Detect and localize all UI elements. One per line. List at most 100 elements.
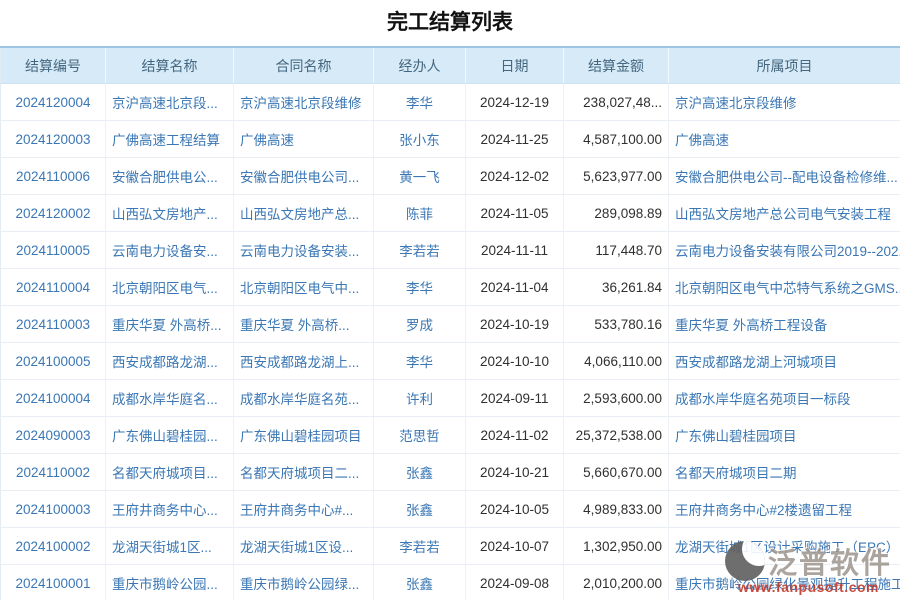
cell-name[interactable]: 京沪高速北京段... xyxy=(106,84,234,121)
cell-date: 2024-10-21 xyxy=(466,454,564,491)
cell-id[interactable]: 2024110004 xyxy=(1,269,106,306)
cell-contract[interactable]: 名都天府城项目二... xyxy=(234,454,374,491)
cell-handler[interactable]: 张小东 xyxy=(374,121,466,158)
cell-contract[interactable]: 王府井商务中心#... xyxy=(234,491,374,528)
cell-contract[interactable]: 重庆华夏 外高桥... xyxy=(234,306,374,343)
cell-id[interactable]: 2024100004 xyxy=(1,380,106,417)
cell-project[interactable]: 安徽合肥供电公司--配电设备检修维... xyxy=(669,158,900,195)
cell-name[interactable]: 重庆市鹅岭公园... xyxy=(106,565,234,600)
cell-id[interactable]: 2024100001 xyxy=(1,565,106,600)
cell-name[interactable]: 广佛高速工程结算 xyxy=(106,121,234,158)
cell-name[interactable]: 北京朝阳区电气... xyxy=(106,269,234,306)
cell-project[interactable]: 云南电力设备安装有限公司2019--202... xyxy=(669,232,900,269)
cell-amount: 117,448.70 xyxy=(564,232,669,269)
cell-handler[interactable]: 李华 xyxy=(374,269,466,306)
cell-handler[interactable]: 李若若 xyxy=(374,528,466,565)
cell-id[interactable]: 2024110005 xyxy=(1,232,106,269)
cell-handler[interactable]: 许利 xyxy=(374,380,466,417)
cell-amount: 289,098.89 xyxy=(564,195,669,232)
cell-contract[interactable]: 龙湖天街城1区设... xyxy=(234,528,374,565)
cell-project[interactable]: 山西弘文房地产总公司电气安装工程 xyxy=(669,195,900,232)
cell-contract[interactable]: 山西弘文房地产总... xyxy=(234,195,374,232)
column-header-date: 日期 xyxy=(466,47,564,84)
cell-id[interactable]: 2024120002 xyxy=(1,195,106,232)
cell-date: 2024-11-25 xyxy=(466,121,564,158)
cell-amount: 1,302,950.00 xyxy=(564,528,669,565)
cell-contract[interactable]: 西安成都路龙湖上... xyxy=(234,343,374,380)
cell-id[interactable]: 2024090003 xyxy=(1,417,106,454)
cell-project[interactable]: 名都天府城项目二期 xyxy=(669,454,900,491)
cell-id[interactable]: 2024100002 xyxy=(1,528,106,565)
table-row: 2024120004京沪高速北京段...京沪高速北京段维修李华2024-12-1… xyxy=(1,84,900,121)
cell-name[interactable]: 山西弘文房地产... xyxy=(106,195,234,232)
cell-date: 2024-12-02 xyxy=(466,158,564,195)
cell-handler[interactable]: 张鑫 xyxy=(374,491,466,528)
cell-handler[interactable]: 张鑫 xyxy=(374,565,466,600)
table-row: 2024100003王府井商务中心...王府井商务中心#...张鑫2024-10… xyxy=(1,491,900,528)
cell-id[interactable]: 2024100005 xyxy=(1,343,106,380)
cell-handler[interactable]: 黄一飞 xyxy=(374,158,466,195)
cell-handler[interactable]: 罗成 xyxy=(374,306,466,343)
cell-date: 2024-10-19 xyxy=(466,306,564,343)
cell-contract[interactable]: 京沪高速北京段维修 xyxy=(234,84,374,121)
cell-id[interactable]: 2024110002 xyxy=(1,454,106,491)
cell-name[interactable]: 重庆华夏 外高桥... xyxy=(106,306,234,343)
table-row: 2024100005西安成都路龙湖...西安成都路龙湖上...李华2024-10… xyxy=(1,343,900,380)
cell-project[interactable]: 重庆市鹅岭公园绿化景观提升工程施工 xyxy=(669,565,900,600)
cell-project[interactable]: 西安成都路龙湖上河城项目 xyxy=(669,343,900,380)
cell-amount: 4,989,833.00 xyxy=(564,491,669,528)
cell-project[interactable]: 广东佛山碧桂园项目 xyxy=(669,417,900,454)
cell-contract[interactable]: 云南电力设备安装... xyxy=(234,232,374,269)
cell-project[interactable]: 王府井商务中心#2楼遗留工程 xyxy=(669,491,900,528)
cell-id[interactable]: 2024110006 xyxy=(1,158,106,195)
table-row: 2024120002山西弘文房地产...山西弘文房地产总...陈菲2024-11… xyxy=(1,195,900,232)
cell-project[interactable]: 成都水岸华庭名苑项目一标段 xyxy=(669,380,900,417)
cell-name[interactable]: 名都天府城项目... xyxy=(106,454,234,491)
cell-id[interactable]: 2024100003 xyxy=(1,491,106,528)
table-row: 2024110005云南电力设备安...云南电力设备安装...李若若2024-1… xyxy=(1,232,900,269)
cell-handler[interactable]: 张鑫 xyxy=(374,454,466,491)
cell-project[interactable]: 京沪高速北京段维修 xyxy=(669,84,900,121)
cell-id[interactable]: 2024120004 xyxy=(1,84,106,121)
cell-id[interactable]: 2024120003 xyxy=(1,121,106,158)
cell-amount: 533,780.16 xyxy=(564,306,669,343)
settlement-list-page: 完工结算列表 结算编号结算名称合同名称经办人日期结算金额所属项目 2024120… xyxy=(0,0,900,600)
settlement-table: 结算编号结算名称合同名称经办人日期结算金额所属项目 2024120004京沪高速… xyxy=(0,46,900,600)
cell-contract[interactable]: 广佛高速 xyxy=(234,121,374,158)
cell-contract[interactable]: 成都水岸华庭名苑... xyxy=(234,380,374,417)
cell-id[interactable]: 2024110003 xyxy=(1,306,106,343)
cell-name[interactable]: 成都水岸华庭名... xyxy=(106,380,234,417)
cell-name[interactable]: 广东佛山碧桂园... xyxy=(106,417,234,454)
cell-contract[interactable]: 重庆市鹅岭公园绿... xyxy=(234,565,374,600)
cell-handler[interactable]: 范思哲 xyxy=(374,417,466,454)
cell-project[interactable]: 重庆华夏 外高桥工程设备 xyxy=(669,306,900,343)
cell-handler[interactable]: 李华 xyxy=(374,343,466,380)
cell-handler[interactable]: 李华 xyxy=(374,84,466,121)
page-title: 完工结算列表 xyxy=(0,0,900,46)
cell-date: 2024-11-02 xyxy=(466,417,564,454)
table-row: 2024120003广佛高速工程结算广佛高速张小东2024-11-254,587… xyxy=(1,121,900,158)
cell-project[interactable]: 广佛高速 xyxy=(669,121,900,158)
table-header: 结算编号结算名称合同名称经办人日期结算金额所属项目 xyxy=(1,47,900,84)
cell-project[interactable]: 北京朝阳区电气中芯特气系统之GMS... xyxy=(669,269,900,306)
cell-contract[interactable]: 北京朝阳区电气中... xyxy=(234,269,374,306)
cell-contract[interactable]: 广东佛山碧桂园项目 xyxy=(234,417,374,454)
cell-project[interactable]: 龙湖天街城1区设计采购施工（EPC）... xyxy=(669,528,900,565)
cell-date: 2024-10-05 xyxy=(466,491,564,528)
cell-amount: 238,027,48... xyxy=(564,84,669,121)
cell-name[interactable]: 安徽合肥供电公... xyxy=(106,158,234,195)
cell-date: 2024-09-08 xyxy=(466,565,564,600)
column-header-contract: 合同名称 xyxy=(234,47,374,84)
cell-name[interactable]: 云南电力设备安... xyxy=(106,232,234,269)
cell-name[interactable]: 龙湖天街城1区... xyxy=(106,528,234,565)
cell-date: 2024-12-19 xyxy=(466,84,564,121)
cell-contract[interactable]: 安徽合肥供电公司... xyxy=(234,158,374,195)
column-header-amount: 结算金额 xyxy=(564,47,669,84)
cell-name[interactable]: 王府井商务中心... xyxy=(106,491,234,528)
cell-name[interactable]: 西安成都路龙湖... xyxy=(106,343,234,380)
cell-date: 2024-10-10 xyxy=(466,343,564,380)
cell-amount: 2,010,200.00 xyxy=(564,565,669,600)
cell-handler[interactable]: 陈菲 xyxy=(374,195,466,232)
cell-date: 2024-10-07 xyxy=(466,528,564,565)
cell-handler[interactable]: 李若若 xyxy=(374,232,466,269)
